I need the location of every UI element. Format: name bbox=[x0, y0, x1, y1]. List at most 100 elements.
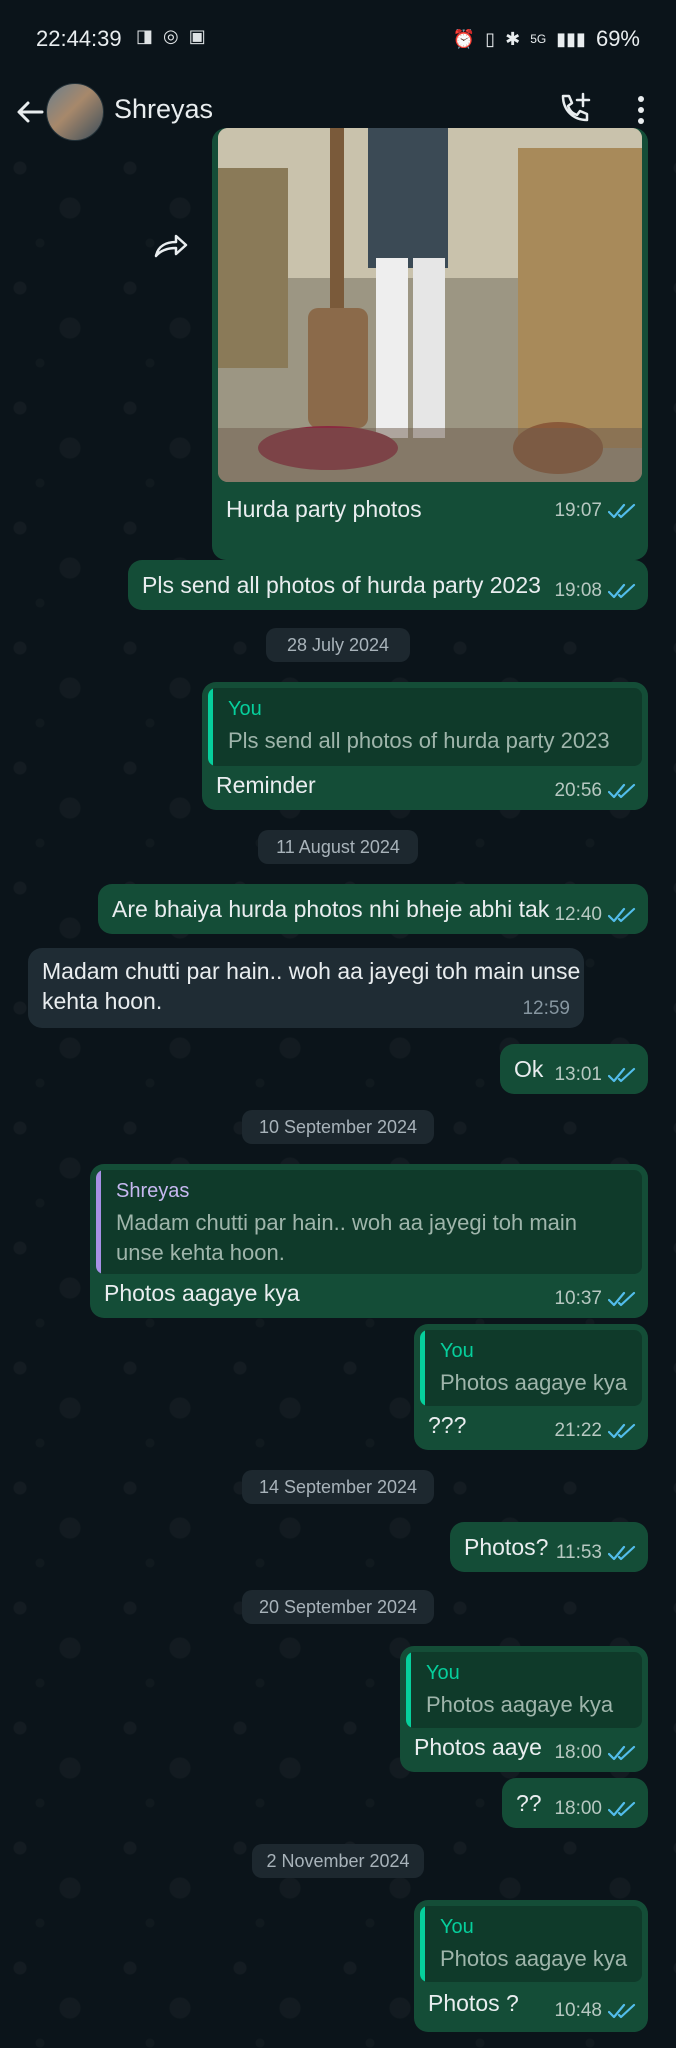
quote-author: You bbox=[228, 698, 262, 720]
message-time: 11:53 bbox=[555, 1542, 602, 1563]
reply-message-bubble[interactable]: You Pls send all photos of hurda party 2… bbox=[202, 682, 648, 810]
alarm-icon: ⏰ bbox=[452, 28, 476, 49]
date-separator: 14 September 2024 bbox=[242, 1470, 434, 1504]
date-separator: 11 August 2024 bbox=[258, 830, 418, 864]
quote-text-line2: unse kehta hoon. bbox=[116, 1240, 285, 1265]
vibrate-icon: ▯ bbox=[485, 28, 496, 49]
message-text: Photos? bbox=[464, 1534, 549, 1560]
quoted-message[interactable]: You Photos aagaye kya bbox=[406, 1652, 642, 1728]
message-bubble[interactable]: Ok 13:01 bbox=[500, 1044, 648, 1094]
message-time: 10:48 bbox=[554, 2000, 602, 2021]
double-check-icon bbox=[608, 1067, 636, 1083]
signal-label: 5G bbox=[530, 32, 547, 46]
message-text: Photos aaye bbox=[414, 1734, 542, 1760]
quoted-message[interactable]: You Photos aagaye kya bbox=[420, 1330, 642, 1406]
message-time: 18:00 bbox=[554, 1742, 602, 1763]
message-time: 10:37 bbox=[554, 1288, 602, 1309]
date-separator: 2 November 2024 bbox=[252, 1844, 424, 1878]
signal-icon: ▮▮▮ bbox=[556, 28, 586, 49]
double-check-icon bbox=[608, 503, 636, 519]
message-meta: 13:01 bbox=[554, 1064, 636, 1086]
message-meta: 21:22 bbox=[554, 1420, 636, 1442]
add-call-icon[interactable] bbox=[555, 88, 595, 128]
battery-level: 69% bbox=[595, 26, 640, 51]
quote-text: Photos aagaye kya bbox=[440, 1370, 628, 1395]
quote-bar bbox=[406, 1652, 411, 1728]
more-options-icon[interactable] bbox=[626, 90, 656, 130]
contact-name[interactable]: Shreyas bbox=[114, 94, 213, 125]
message-text: ??? bbox=[428, 1412, 467, 1438]
reply-message-bubble[interactable]: You Photos aagaye kya Photos ? 10:48 bbox=[414, 1900, 648, 2032]
date-separator: 28 July 2024 bbox=[266, 628, 410, 662]
reply-message-bubble[interactable]: Shreyas Madam chutti par hain.. woh aa j… bbox=[90, 1164, 648, 1318]
message-text: ?? bbox=[516, 1790, 542, 1816]
forward-icon[interactable] bbox=[150, 228, 190, 264]
photo-caption: Hurda party photos bbox=[226, 496, 422, 522]
message-meta: 11:53 bbox=[556, 1542, 636, 1564]
quote-author: You bbox=[426, 1662, 460, 1684]
photo-message[interactable]: Hurda party photos 19:07 bbox=[212, 128, 648, 560]
message-bubble[interactable]: Photos? 11:53 bbox=[450, 1522, 648, 1572]
double-check-icon bbox=[608, 1423, 636, 1439]
message-text-line2: kehta hoon. bbox=[42, 988, 163, 1014]
date-separator: 20 September 2024 bbox=[242, 1590, 434, 1624]
message-time: 12:40 bbox=[554, 904, 602, 925]
double-check-icon bbox=[608, 1801, 636, 1817]
bluetooth-icon: ✱ bbox=[505, 28, 521, 49]
quote-author: Shreyas bbox=[116, 1180, 190, 1202]
message-meta: 18:00 bbox=[554, 1742, 636, 1764]
message-text: Reminder bbox=[216, 772, 316, 798]
reply-message-bubble[interactable]: You Photos aagaye kya Photos aaye 18:00 bbox=[400, 1646, 648, 1772]
photo-thumbnail[interactable] bbox=[218, 128, 642, 482]
incoming-message-bubble[interactable]: Madam chutti par hain.. woh aa jayegi to… bbox=[28, 948, 584, 1028]
message-bubble[interactable]: Are bhaiya hurda photos nhi bheje abhi t… bbox=[98, 884, 648, 934]
double-check-icon bbox=[608, 907, 636, 923]
quote-author: You bbox=[440, 1916, 474, 1938]
message-time: 20:56 bbox=[554, 780, 602, 801]
message-text: Pls send all photos of hurda party 2023 bbox=[142, 572, 541, 598]
message-time: 13:01 bbox=[554, 1064, 602, 1085]
message-bubble[interactable]: ?? 18:00 bbox=[502, 1778, 648, 1828]
message-text: Are bhaiya hurda photos nhi bheje abhi t… bbox=[112, 896, 550, 922]
message-meta: 10:37 bbox=[554, 1288, 636, 1310]
double-check-icon bbox=[608, 583, 636, 599]
message-meta: 12:40 bbox=[554, 904, 636, 926]
photo-image bbox=[218, 128, 642, 482]
double-check-icon bbox=[608, 1545, 636, 1561]
quote-bar bbox=[420, 1906, 425, 1982]
quote-bar bbox=[208, 688, 213, 766]
message-meta: 19:07 bbox=[554, 500, 636, 522]
chat-area[interactable]: Hurda party photos 19:07 Pls send all ph… bbox=[0, 128, 676, 2048]
message-bubble[interactable]: Pls send all photos of hurda party 2023 … bbox=[128, 560, 648, 610]
notification-icons: ◨◎▣ bbox=[136, 26, 216, 46]
message-meta: 18:00 bbox=[554, 1798, 636, 1820]
message-text-line1: Madam chutti par hain.. woh aa jayegi to… bbox=[42, 958, 581, 984]
quoted-message[interactable]: Shreyas Madam chutti par hain.. woh aa j… bbox=[96, 1170, 642, 1274]
quote-author: You bbox=[440, 1340, 474, 1362]
message-time: 18:00 bbox=[554, 1798, 602, 1819]
quote-text: Photos aagaye kya bbox=[440, 1946, 628, 1971]
date-separator: 10 September 2024 bbox=[242, 1110, 434, 1144]
status-bar: 22:44:39 ◨◎▣ ⏰ ▯ ✱ 5G ▮▮▮ 69% bbox=[0, 0, 676, 78]
message-time: 19:07 bbox=[554, 500, 602, 521]
message-meta: 20:56 bbox=[554, 780, 636, 802]
avatar[interactable] bbox=[46, 83, 104, 141]
double-check-icon bbox=[608, 2003, 636, 2019]
message-text: Photos ? bbox=[428, 1990, 519, 2016]
quoted-message[interactable]: You Pls send all photos of hurda party 2… bbox=[208, 688, 642, 766]
double-check-icon bbox=[608, 783, 636, 799]
status-time: 22:44:39 bbox=[36, 26, 122, 51]
message-time: 19:08 bbox=[554, 580, 602, 601]
double-check-icon bbox=[608, 1745, 636, 1761]
double-check-icon bbox=[608, 1291, 636, 1307]
message-text: Photos aagaye kya bbox=[104, 1280, 300, 1306]
message-text: Ok bbox=[514, 1056, 544, 1082]
quoted-message[interactable]: You Photos aagaye kya bbox=[420, 1906, 642, 1982]
message-meta: 12:59 bbox=[522, 998, 570, 1020]
message-time: 12:59 bbox=[522, 998, 570, 1019]
message-meta: 10:48 bbox=[554, 2000, 636, 2022]
reply-message-bubble[interactable]: You Photos aagaye kya ??? 21:22 bbox=[414, 1324, 648, 1450]
back-arrow-icon[interactable] bbox=[10, 92, 50, 132]
status-right: ⏰ ▯ ✱ 5G ▮▮▮ 69% bbox=[453, 26, 640, 52]
quote-bar bbox=[420, 1330, 425, 1406]
